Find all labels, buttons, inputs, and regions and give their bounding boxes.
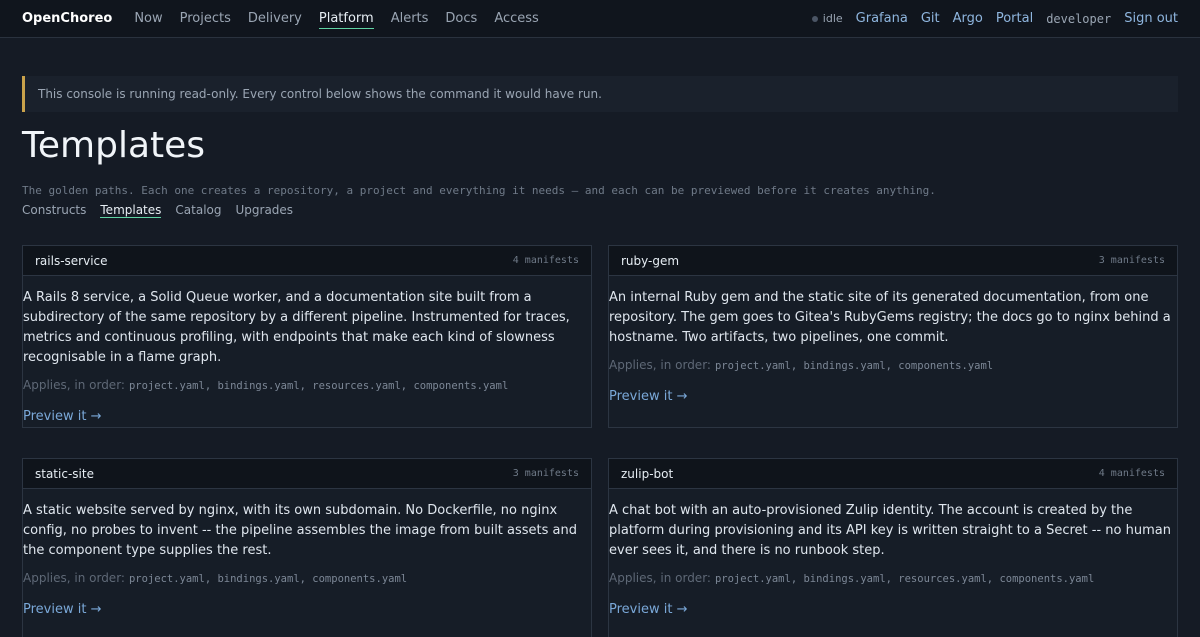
page-title: Templates [22,125,206,166]
applies-label: Applies, in order: [23,378,125,392]
nav-delivery[interactable]: Delivery [248,9,302,29]
template-card-zulip-bot: zulip-bot 4 manifests A chat bot with an… [608,458,1178,637]
applies-line: Applies, in order: project.yaml, binding… [609,358,1177,378]
card-header: ruby-gem 3 manifests [609,246,1177,276]
template-description: A chat bot with an auto-provisioned Zuli… [609,503,1171,558]
template-card-ruby-gem: ruby-gem 3 manifests An internal Ruby ge… [608,245,1178,428]
brand-logo[interactable]: OpenChoreo [22,11,112,26]
template-grid: rails-service 4 manifests A Rails 8 serv… [22,245,1178,637]
manifest-count: 4 manifests [512,255,579,266]
manifest-files: project.yaml, bindings.yaml, components.… [128,573,408,585]
subnav-templates[interactable]: Templates [100,203,162,218]
link-grafana[interactable]: Grafana [856,11,908,26]
status-indicator: idle [811,12,843,25]
nav-platform[interactable]: Platform [318,9,374,29]
main-content: This console is running read-only. Every… [0,38,1200,637]
template-description: A static website served by nginx, with i… [23,503,578,558]
template-name: rails-service [35,253,108,268]
preview-link[interactable]: Preview it → [609,602,687,617]
manifest-files: project.yaml, bindings.yaml, components.… [714,360,994,372]
page-subtitle: The golden paths. Each one creates a rep… [22,184,936,197]
link-portal[interactable]: Portal [996,11,1033,26]
applies-label: Applies, in order: [609,358,711,372]
applies-label: Applies, in order: [609,571,711,585]
manifest-count: 4 manifests [1098,468,1165,479]
link-argo[interactable]: Argo [953,11,983,26]
preview-link[interactable]: Preview it → [23,409,101,424]
link-git[interactable]: Git [921,11,940,26]
template-description: An internal Ruby gem and the static site… [609,290,1171,345]
applies-line: Applies, in order: project.yaml, binding… [23,571,591,591]
nav-projects[interactable]: Projects [180,9,231,29]
preview-link[interactable]: Preview it → [609,389,687,404]
template-description: A Rails 8 service, a Solid Queue worker,… [23,290,570,365]
status-dot-icon [811,15,818,22]
current-user: developer [1046,11,1112,26]
nav-now[interactable]: Now [134,9,162,29]
manifest-count: 3 manifests [1098,255,1165,266]
top-navigation-bar: OpenChoreo Now Projects Delivery Platfor… [0,0,1200,38]
right-nav: idle Grafana Git Argo Portal developer S… [811,11,1178,26]
applies-label: Applies, in order: [23,571,125,585]
subnav-upgrades[interactable]: Upgrades [236,203,294,218]
template-name: static-site [35,466,94,481]
subnav-constructs[interactable]: Constructs [22,203,86,218]
nav-docs[interactable]: Docs [445,9,477,29]
manifest-count: 3 manifests [512,468,579,479]
subnav-catalog[interactable]: Catalog [175,203,221,218]
sub-navigation: Constructs Templates Catalog Upgrades [22,203,1178,218]
sign-out-button[interactable]: Sign out [1124,11,1178,26]
status-text: idle [822,12,843,25]
card-header: rails-service 4 manifests [23,246,591,276]
preview-link[interactable]: Preview it → [23,602,101,617]
template-card-rails-service: rails-service 4 manifests A Rails 8 serv… [22,245,592,428]
applies-line: Applies, in order: project.yaml, binding… [23,378,591,398]
read-only-banner: This console is running read-only. Every… [22,76,1178,112]
main-nav: Now Projects Delivery Platform Alerts Do… [134,9,556,29]
nav-access[interactable]: Access [494,9,539,29]
manifest-files: project.yaml, bindings.yaml, resources.y… [128,380,509,392]
card-header: static-site 3 manifests [23,459,591,489]
template-card-static-site: static-site 3 manifests A static website… [22,458,592,637]
nav-alerts[interactable]: Alerts [391,9,429,29]
applies-line: Applies, in order: project.yaml, binding… [609,571,1177,591]
manifest-files: project.yaml, bindings.yaml, resources.y… [714,573,1095,585]
template-name: zulip-bot [621,466,674,481]
template-name: ruby-gem [621,253,680,268]
card-header: zulip-bot 4 manifests [609,459,1177,489]
